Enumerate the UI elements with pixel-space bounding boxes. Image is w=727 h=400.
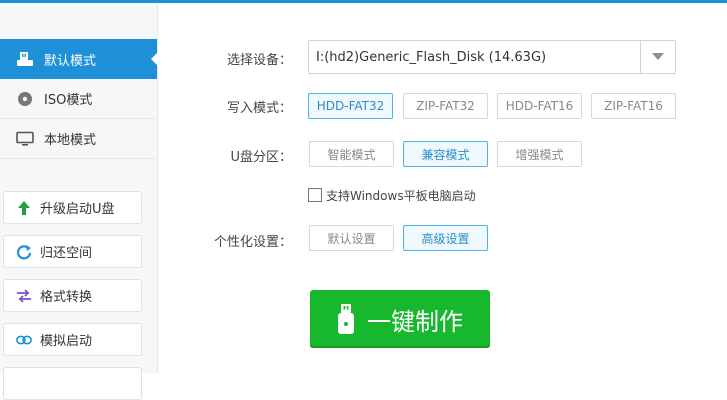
personalize-default[interactable]: 默认设置 (309, 225, 394, 251)
sidebar-extra-button[interactable] (3, 367, 142, 400)
device-label: 选择设备： (226, 53, 292, 68)
mode-iso[interactable]: ISO模式 (0, 79, 157, 119)
usb-drive-icon (16, 50, 34, 68)
mode-list: 默认模式 ISO模式 本地模式 (0, 39, 158, 159)
mode-default-label: 默认模式 (44, 53, 97, 69)
checkbox-box[interactable] (308, 188, 322, 202)
simulate-boot-button[interactable]: 模拟启动 (3, 323, 142, 356)
usb-stick-icon (337, 303, 355, 335)
refresh-icon (16, 244, 32, 260)
write-mode-hdd-fat32[interactable]: HDD-FAT32 (308, 93, 393, 119)
make-bootable-label: 一键制作 (367, 307, 463, 336)
mode-local[interactable]: 本地模式 (0, 119, 157, 159)
mode-iso-label: ISO模式 (44, 93, 93, 108)
tablet-support-label: 支持Windows平板电脑启动 (326, 188, 476, 203)
format-convert-button[interactable]: 格式转换 (3, 279, 142, 312)
make-bootable-button[interactable]: 一键制作 (310, 290, 490, 348)
restore-space-label: 归还空间 (40, 246, 93, 261)
upgrade-arrow-icon (16, 200, 32, 216)
device-select-value: I:(hd2)Generic_Flash_Disk (14.63G) (316, 49, 547, 65)
partition-smart[interactable]: 智能模式 (309, 141, 394, 167)
sidebar: 默认模式 ISO模式 本地模式 升级启动U盘 归还空间 格式转换 模拟启动 (0, 3, 158, 400)
mode-default[interactable]: 默认模式 (0, 39, 158, 79)
chevron-down-icon[interactable] (640, 41, 675, 73)
personalize-advanced[interactable]: 高级设置 (403, 225, 488, 251)
write-mode-hdd-fat16[interactable]: HDD-FAT16 (497, 93, 582, 119)
device-select[interactable]: I:(hd2)Generic_Flash_Disk (14.63G) (308, 40, 676, 74)
write-mode-zip-fat32[interactable]: ZIP-FAT32 (403, 93, 488, 119)
monitor-icon (16, 130, 34, 148)
upgrade-usb-label: 升级启动U盘 (40, 202, 115, 217)
tablet-support-checkbox[interactable]: 支持Windows平板电脑启动 (308, 186, 476, 204)
write-mode-label: 写入模式： (226, 101, 292, 116)
format-convert-label: 格式转换 (40, 290, 93, 305)
partition-label: U盘分区： (230, 150, 292, 165)
link-icon (16, 332, 32, 348)
partition-compatible[interactable]: 兼容模式 (403, 141, 488, 167)
mode-local-label: 本地模式 (44, 133, 97, 148)
upgrade-usb-button[interactable]: 升级启动U盘 (3, 191, 142, 224)
write-mode-zip-fat16[interactable]: ZIP-FAT16 (591, 93, 676, 119)
partition-enhanced[interactable]: 增强模式 (497, 141, 582, 167)
personalize-label: 个性化设置： (213, 235, 292, 250)
disc-icon (16, 90, 34, 108)
restore-space-button[interactable]: 归还空间 (3, 235, 142, 268)
simulate-boot-label: 模拟启动 (40, 334, 93, 349)
convert-arrows-icon (16, 288, 32, 304)
